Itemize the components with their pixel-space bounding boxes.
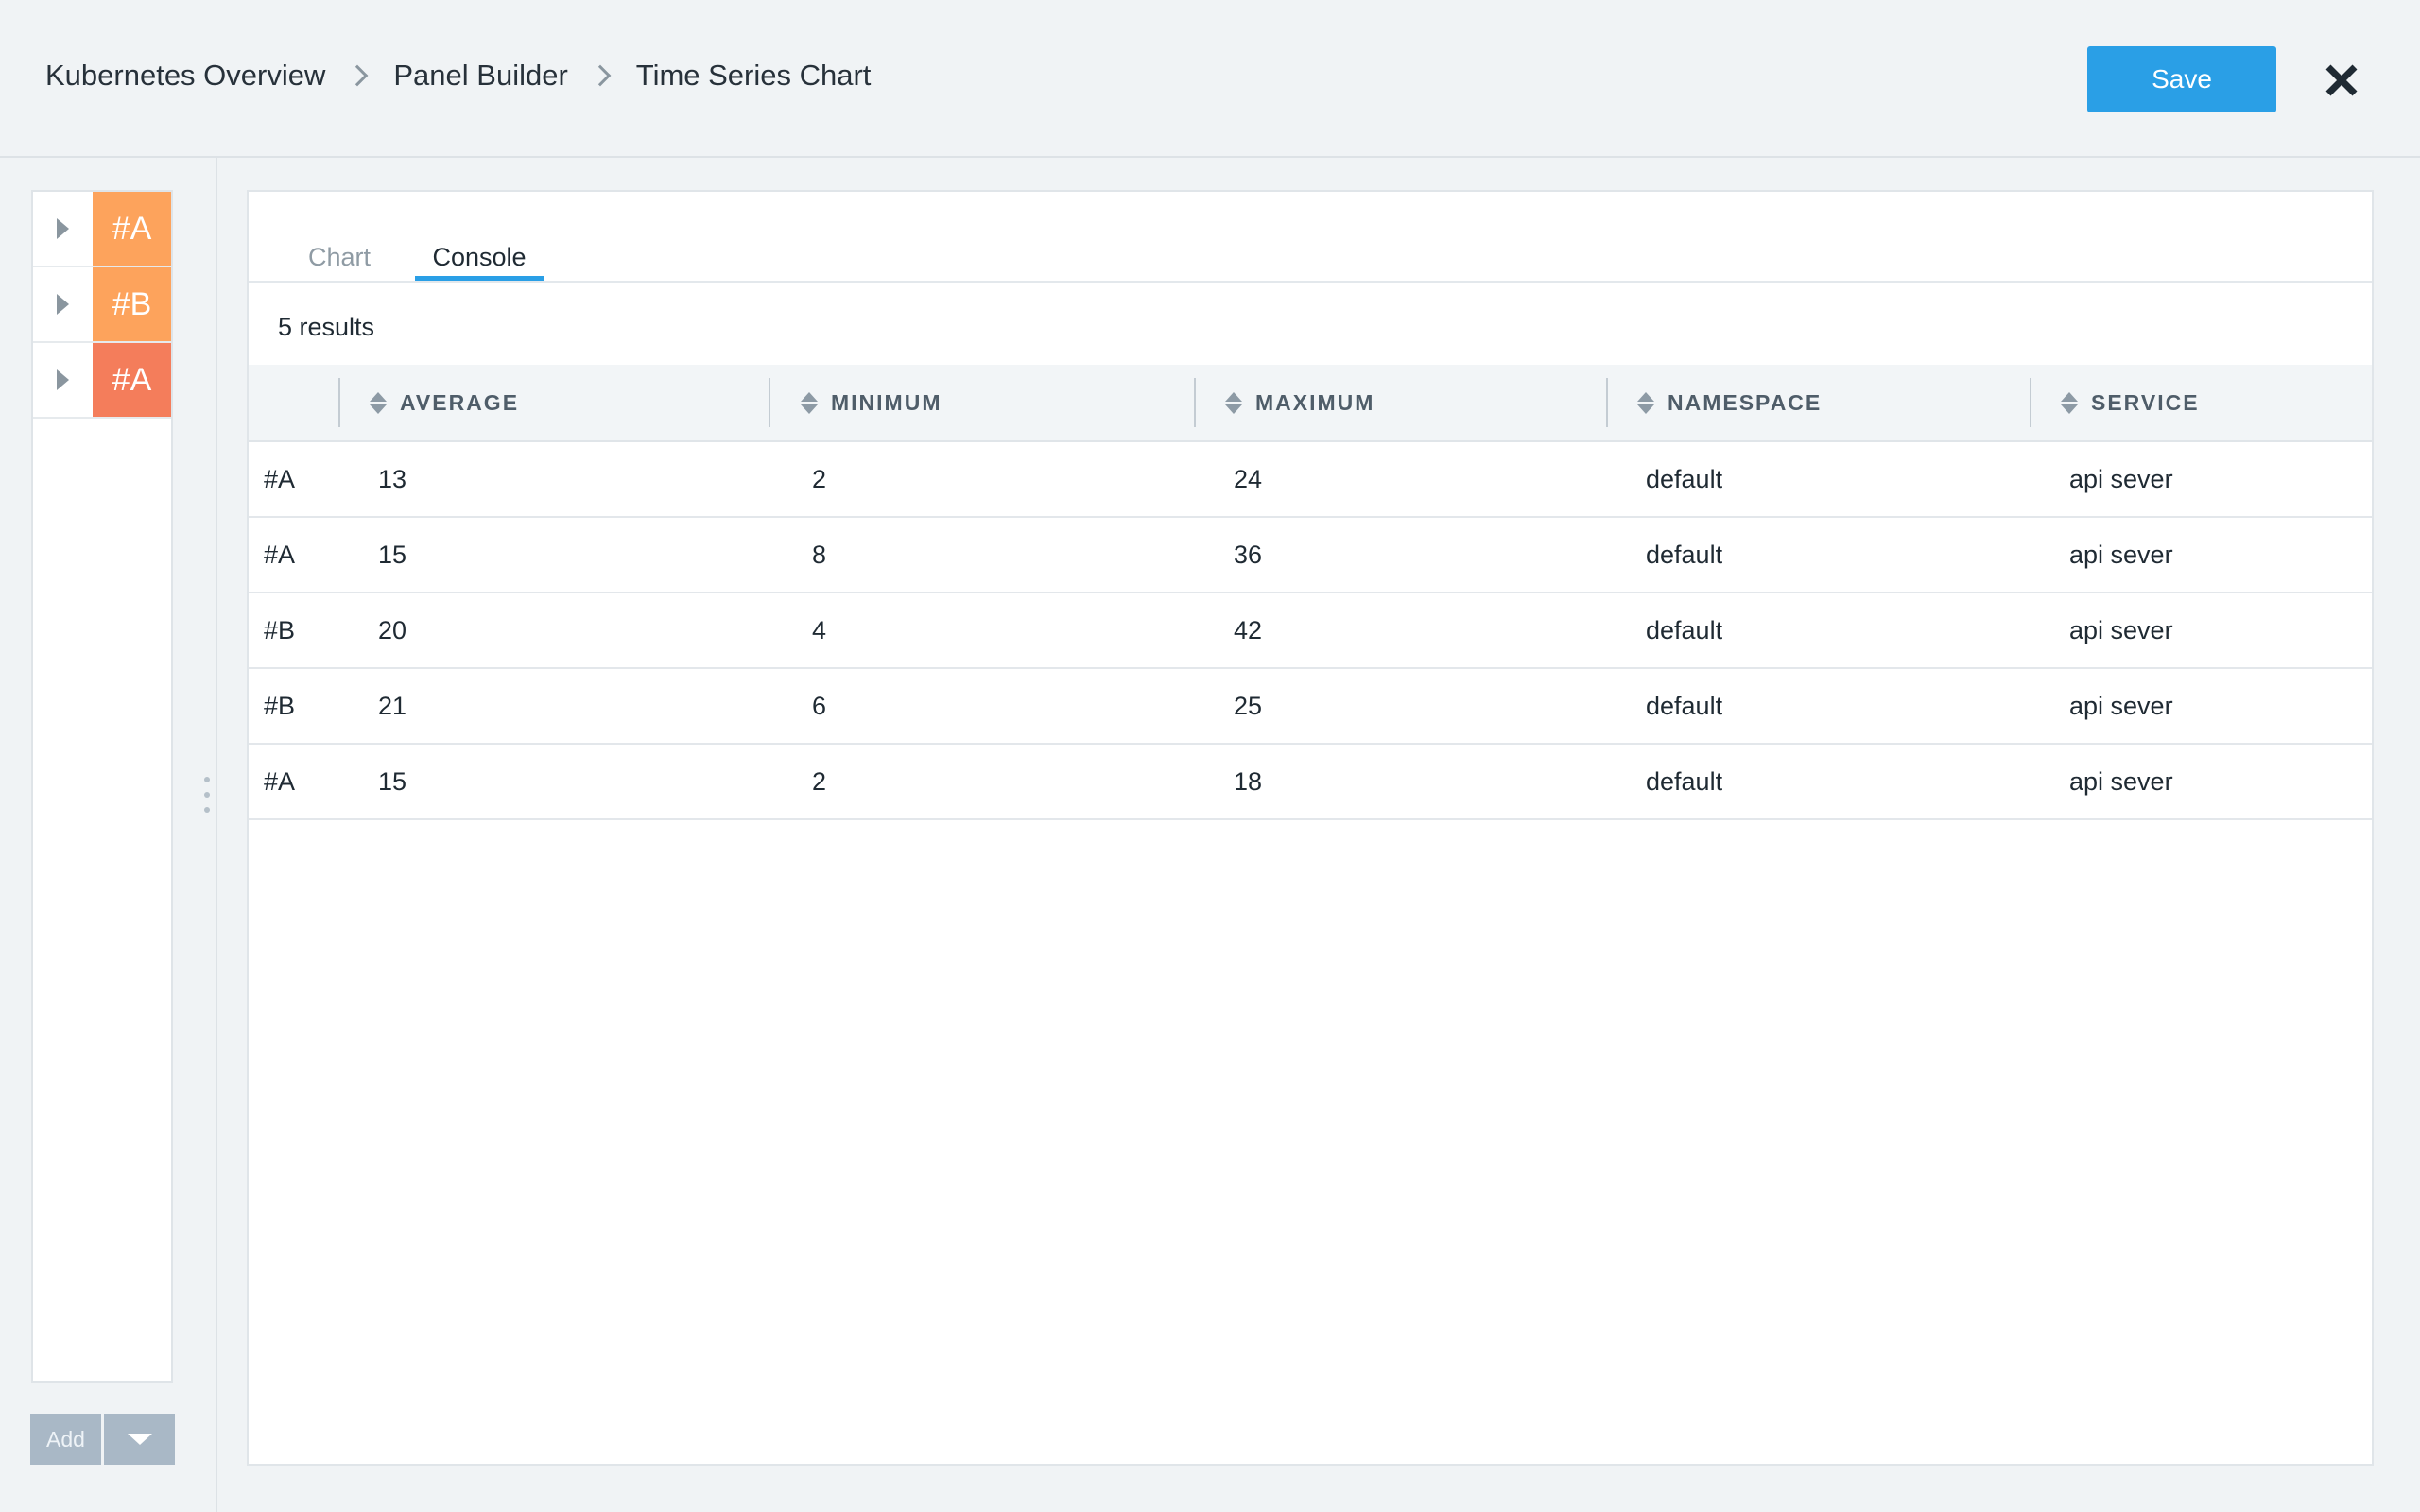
breadcrumb-item-panel-builder[interactable]: Panel Builder xyxy=(393,59,567,93)
query-tag: #A xyxy=(93,343,171,417)
tab-console[interactable]: Console xyxy=(415,243,544,281)
caret-right-icon xyxy=(57,218,70,239)
cell-average: 21 xyxy=(378,691,407,720)
column-divider xyxy=(1194,378,1196,427)
column-label: NAMESPACE xyxy=(1668,389,1823,415)
cell-maximum: 25 xyxy=(1234,691,1263,720)
column-divider xyxy=(1606,378,1608,427)
close-icon xyxy=(2325,64,2358,96)
column-label: MINIMUM xyxy=(831,389,942,415)
expand-toggle[interactable] xyxy=(33,343,93,417)
table-row: #A 15 2 18 default api sever xyxy=(249,745,2372,820)
cell-minimum: 2 xyxy=(812,464,827,493)
caret-right-icon xyxy=(57,369,70,390)
sort-icon xyxy=(1225,391,1242,414)
column-label: AVERAGE xyxy=(400,389,520,415)
cell-namespace: default xyxy=(1646,615,1723,644)
cell-minimum: 4 xyxy=(812,615,827,644)
column-header-service[interactable]: SERVICE xyxy=(2061,365,2200,440)
add-query-dropdown[interactable] xyxy=(104,1414,175,1465)
caret-right-icon xyxy=(57,294,70,315)
chevron-right-icon xyxy=(347,64,369,87)
query-list: #A #B #A xyxy=(31,190,173,1383)
cell-query: #A xyxy=(264,540,296,569)
cell-maximum: 18 xyxy=(1234,766,1263,796)
cell-average: 15 xyxy=(378,766,407,796)
cell-namespace: default xyxy=(1646,691,1723,720)
cell-query: #A xyxy=(264,766,296,796)
cell-minimum: 2 xyxy=(812,766,827,796)
sort-icon xyxy=(1637,391,1654,414)
column-label: MAXIMUM xyxy=(1255,389,1375,415)
resize-handle[interactable] xyxy=(203,777,211,813)
cell-minimum: 6 xyxy=(812,691,827,720)
column-divider xyxy=(769,378,770,427)
cell-namespace: default xyxy=(1646,540,1723,569)
caret-down-icon xyxy=(127,1434,152,1445)
save-button[interactable]: Save xyxy=(2087,46,2276,112)
sort-icon xyxy=(2061,391,2078,414)
cell-service: api sever xyxy=(2069,540,2173,569)
breadcrumb-item-dashboard[interactable]: Kubernetes Overview xyxy=(45,59,325,93)
cell-service: api sever xyxy=(2069,691,2173,720)
cell-query: #B xyxy=(264,691,296,720)
sort-icon xyxy=(801,391,818,414)
tab-bar: Chart Console xyxy=(249,192,2372,283)
add-query-group: Add xyxy=(30,1414,175,1465)
column-header-average[interactable]: AVERAGE xyxy=(370,365,519,440)
cell-query: #B xyxy=(264,615,296,644)
cell-maximum: 24 xyxy=(1234,464,1263,493)
column-divider xyxy=(2030,378,2031,427)
breadcrumb-item-current: Time Series Chart xyxy=(635,59,872,92)
column-header-minimum[interactable]: MINIMUM xyxy=(801,365,942,440)
cell-minimum: 8 xyxy=(812,540,827,569)
breadcrumb: Kubernetes Overview Panel Builder Time S… xyxy=(45,53,871,98)
column-header-maximum[interactable]: MAXIMUM xyxy=(1225,365,1374,440)
expand-toggle[interactable] xyxy=(33,192,93,266)
table-row: #B 20 4 42 default api sever xyxy=(249,593,2372,669)
handle-dot xyxy=(204,807,210,813)
cell-namespace: default xyxy=(1646,464,1723,493)
expand-toggle[interactable] xyxy=(33,267,93,341)
sort-icon xyxy=(370,391,387,414)
column-header-namespace[interactable]: NAMESPACE xyxy=(1637,365,1822,440)
cell-average: 13 xyxy=(378,464,407,493)
query-item[interactable]: #A xyxy=(33,343,171,419)
column-label: SERVICE xyxy=(2091,389,2200,415)
table-row: #A 13 2 24 default api sever xyxy=(249,442,2372,518)
table-row: #B 21 6 25 default api sever xyxy=(249,669,2372,745)
console-panel: Chart Console 5 results AVERAGE MINIMUM … xyxy=(247,190,2374,1466)
cell-service: api sever xyxy=(2069,615,2173,644)
handle-dot xyxy=(204,792,210,798)
cell-average: 20 xyxy=(378,615,407,644)
table-header: AVERAGE MINIMUM MAXIMUM NAMESPACE SERVIC… xyxy=(249,365,2372,442)
cell-service: api sever xyxy=(2069,464,2173,493)
tab-chart[interactable]: Chart xyxy=(296,243,383,281)
column-divider xyxy=(338,378,340,427)
results-count: 5 results xyxy=(278,313,375,341)
table-row: #A 15 8 36 default api sever xyxy=(249,518,2372,593)
query-tag: #B xyxy=(93,267,171,341)
query-item[interactable]: #B xyxy=(33,267,171,343)
query-tag: #A xyxy=(93,192,171,266)
cell-average: 15 xyxy=(378,540,407,569)
cell-maximum: 42 xyxy=(1234,615,1263,644)
query-item[interactable]: #A xyxy=(33,192,171,267)
handle-dot xyxy=(204,777,210,782)
cell-query: #A xyxy=(264,464,296,493)
header-bar: Kubernetes Overview Panel Builder Time S… xyxy=(0,0,2420,158)
add-query-button[interactable]: Add xyxy=(30,1414,101,1465)
cell-maximum: 36 xyxy=(1234,540,1263,569)
chevron-right-icon xyxy=(589,64,612,87)
close-button[interactable] xyxy=(2318,57,2365,104)
cell-namespace: default xyxy=(1646,766,1723,796)
cell-service: api sever xyxy=(2069,766,2173,796)
sidebar-divider xyxy=(216,158,217,1512)
results-table: AVERAGE MINIMUM MAXIMUM NAMESPACE SERVIC… xyxy=(249,365,2372,820)
